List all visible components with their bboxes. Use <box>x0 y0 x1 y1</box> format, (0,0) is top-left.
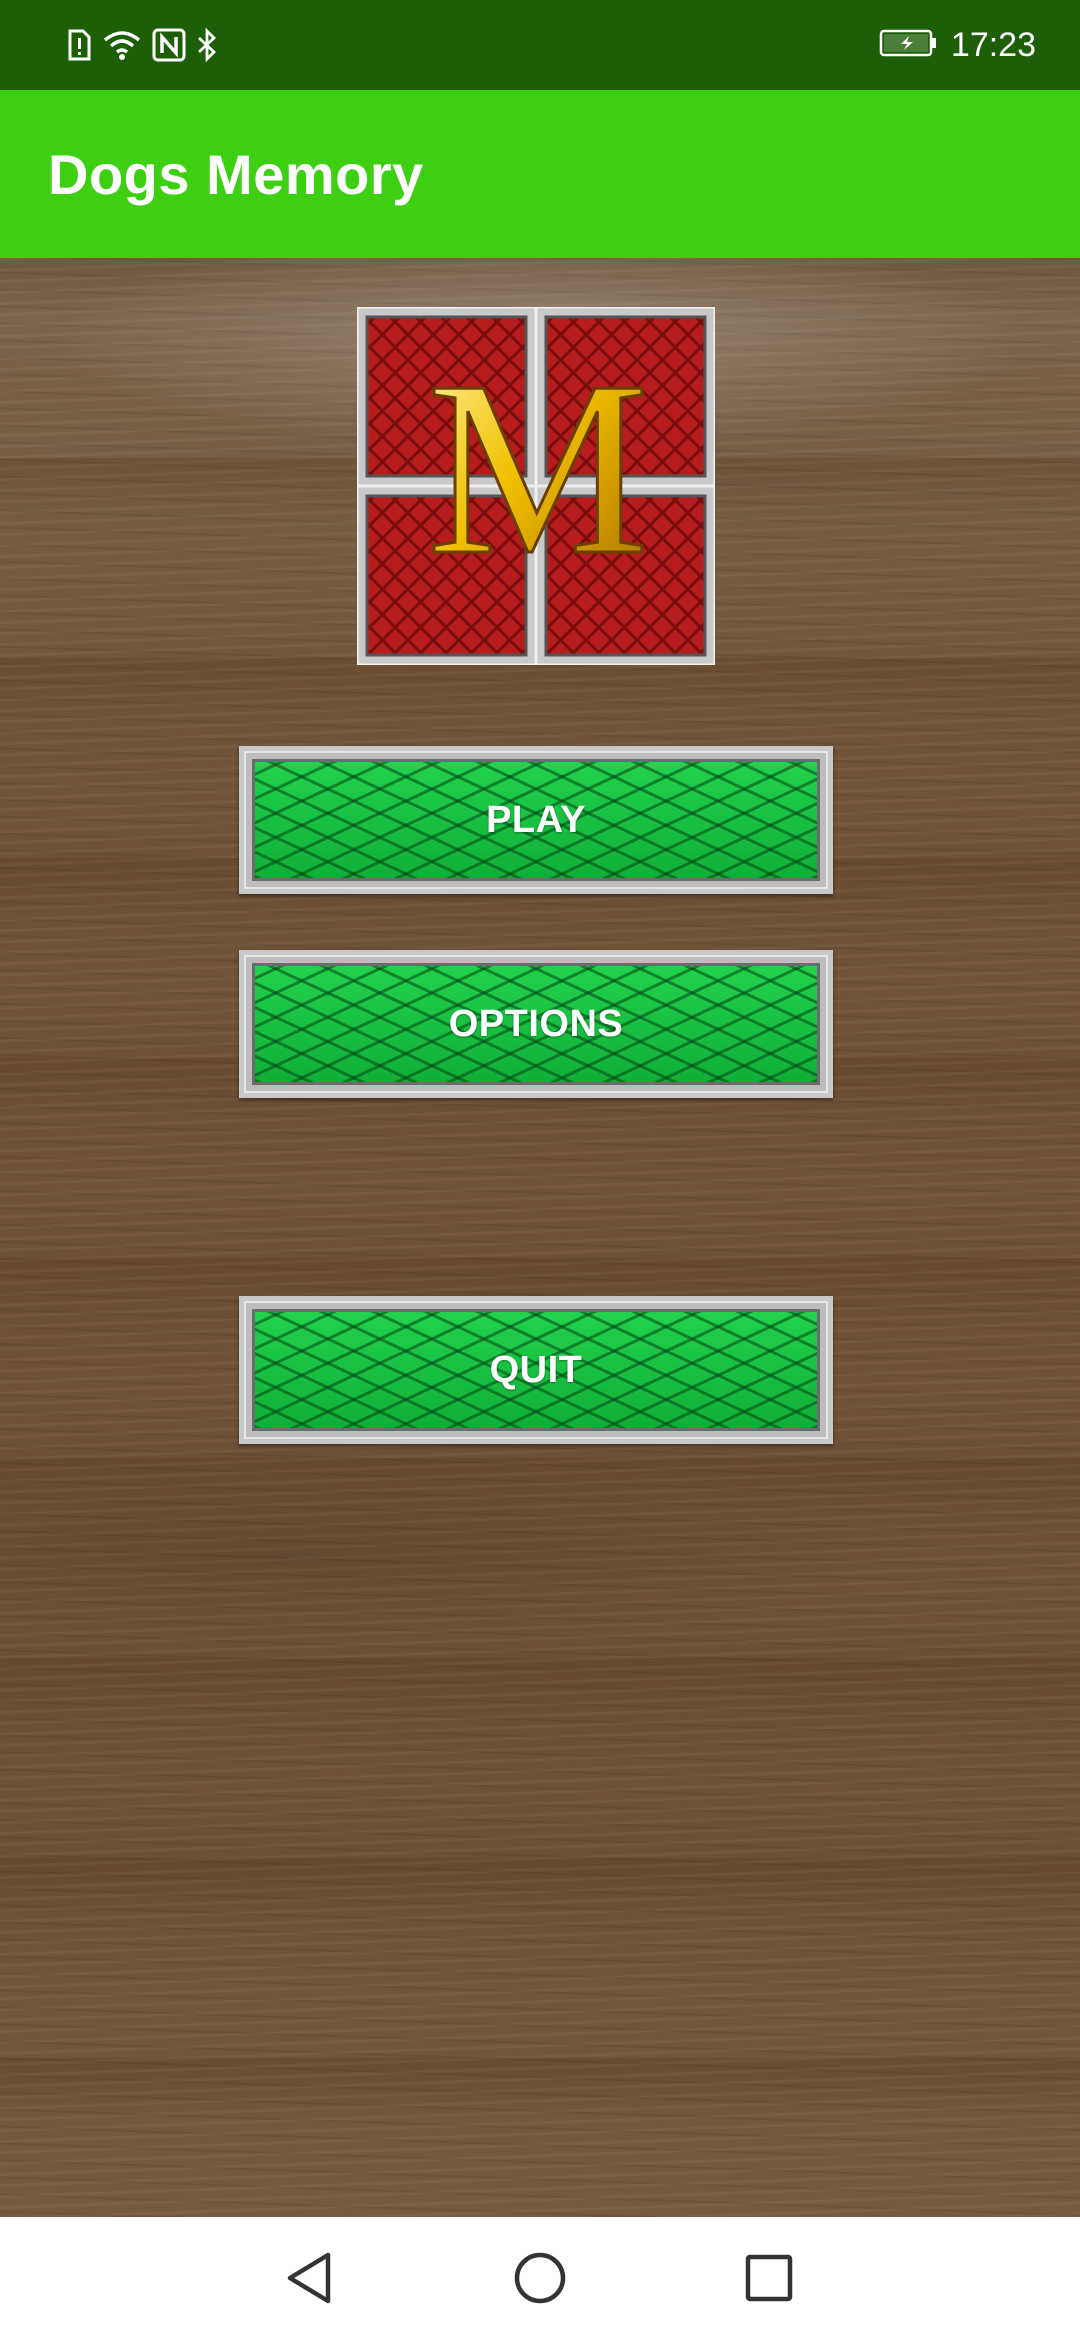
quit-button[interactable]: QUIT <box>239 1296 833 1444</box>
home-button[interactable] <box>507 2247 573 2313</box>
memory-logo: M <box>357 307 715 665</box>
back-button[interactable] <box>276 2247 342 2313</box>
quit-button-label: QUIT <box>489 1348 583 1391</box>
status-icons-right: 17:23 <box>879 20 1036 70</box>
recent-apps-button[interactable] <box>736 2247 802 2313</box>
app-bar: Dogs Memory <box>0 90 1080 258</box>
recent-apps-icon <box>744 2253 794 2308</box>
navigation-bar <box>0 2217 1080 2340</box>
status-bar: 17:23 <box>0 0 1080 90</box>
home-icon <box>513 2251 567 2310</box>
logo-letter: M <box>427 330 649 607</box>
play-button-face[interactable]: PLAY <box>252 759 820 881</box>
status-icons-left <box>66 22 218 68</box>
quit-button-face[interactable]: QUIT <box>252 1309 820 1431</box>
back-icon <box>284 2251 334 2310</box>
play-button-label: PLAY <box>486 798 586 841</box>
app-title: Dogs Memory <box>48 143 424 206</box>
bluetooth-icon <box>196 28 218 62</box>
nfc-icon <box>152 28 186 62</box>
battery-charging-icon <box>879 29 937 62</box>
wifi-icon <box>102 29 142 61</box>
play-button[interactable]: PLAY <box>239 746 833 894</box>
options-button[interactable]: OPTIONS <box>239 950 833 1098</box>
clock: 17:23 <box>950 25 1036 64</box>
sim-alert-icon <box>66 29 92 61</box>
screen: 17:23 Dogs Memory M PLAY OPTIONS QUIT <box>0 0 1080 2340</box>
options-button-face[interactable]: OPTIONS <box>252 963 820 1085</box>
options-button-label: OPTIONS <box>448 1002 624 1045</box>
